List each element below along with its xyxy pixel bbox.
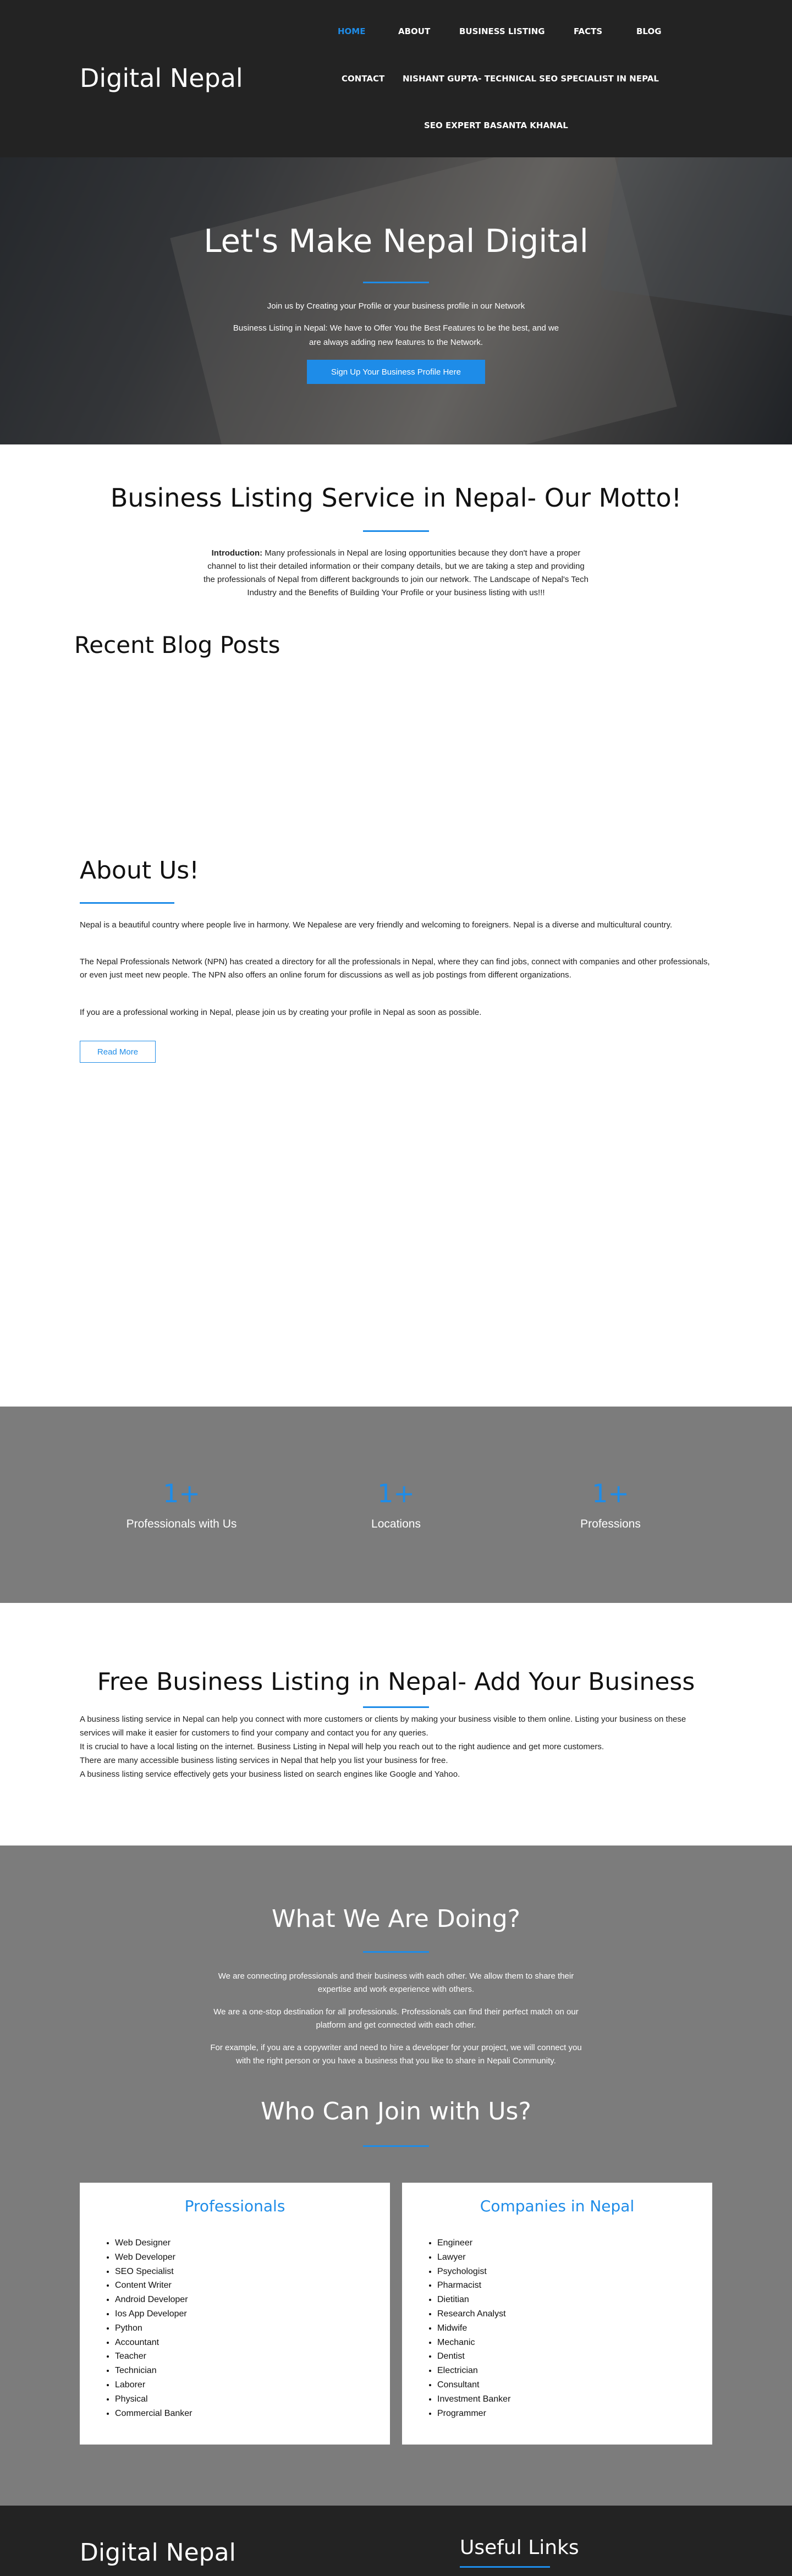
stat-label: Locations: [371, 1518, 421, 1530]
professionals-card: Professionals Web Designer Web Developer…: [80, 2183, 390, 2445]
stat-label: Professions: [580, 1518, 641, 1530]
what-we-do-divider: [363, 1951, 429, 1953]
list-item: Commercial Banker: [115, 2407, 192, 2421]
stat-label: Professionals with Us: [126, 1518, 237, 1530]
site-header: Digital Nepal HOME ABOUT BUSINESS LISTIN…: [0, 0, 792, 157]
list-item: Physical: [115, 2392, 192, 2407]
who-can-join-title: Who Can Join with Us?: [261, 2097, 531, 2125]
list-item: SEO Specialist: [115, 2265, 192, 2279]
list-item: Ios App Developer: [115, 2307, 192, 2321]
what-we-do-paragraph-1: We are connecting professionals and thei…: [218, 1971, 574, 1994]
nav-home[interactable]: HOME: [338, 26, 365, 36]
list-item: Pharmacist: [437, 2278, 510, 2293]
hero-title: Let's Make Nepal Digital: [204, 222, 588, 260]
hero-text-2: are always adding new features to the Ne…: [309, 338, 483, 347]
about-paragraph-3: If you are a professional working in Nep…: [80, 1008, 482, 1017]
about-title: About Us!: [80, 856, 199, 885]
what-we-do-paragraph-3: For example, if you are a copywriter and…: [210, 2043, 582, 2066]
useful-links-heading: Useful Links: [460, 2536, 579, 2559]
list-item: Content Writer: [115, 2278, 192, 2293]
free-listing-line: There are many accessible business listi…: [80, 1756, 448, 1765]
footer-logo[interactable]: Digital Nepal: [80, 2539, 236, 2567]
recent-blog-title: Recent Blog Posts: [74, 631, 280, 658]
what-we-do-paragraph-2: We are a one-stop destination for all pr…: [213, 2007, 579, 2030]
professionals-card-title: Professionals: [184, 2197, 285, 2215]
motto-divider: [363, 530, 429, 532]
about-paragraph-1: Nepal is a beautiful country where peopl…: [80, 920, 673, 930]
stat-locations: 1+ Locations: [314, 1478, 479, 1531]
free-listing-text: A business listing service in Nepal can …: [80, 1712, 712, 1781]
list-item: Laborer: [115, 2378, 192, 2392]
nav-contact[interactable]: CONTACT: [342, 74, 384, 84]
list-item: Teacher: [115, 2349, 192, 2364]
free-listing-line: A business listing service in Nepal can …: [80, 1715, 686, 1738]
companies-card-title: Companies in Nepal: [480, 2197, 635, 2215]
hero-text-1: Business Listing in Nepal: We have to Of…: [233, 323, 559, 333]
nav-business-listing[interactable]: BUSINESS LISTING: [459, 26, 545, 36]
stats-section: 1+ Professionals with Us 1+ Locations 1+…: [0, 1407, 792, 1603]
list-item: Engineer: [437, 2236, 510, 2250]
stat-professions: 1+ Professions: [528, 1478, 693, 1531]
list-item: Investment Banker: [437, 2392, 510, 2407]
who-can-join-divider: [363, 2145, 429, 2147]
nav-seo-expert[interactable]: SEO EXPERT BASANTA KHANAL: [424, 120, 568, 130]
list-item: Electrician: [437, 2364, 510, 2378]
list-item: Accountant: [115, 2336, 192, 2350]
what-we-do-title: What We Are Doing?: [271, 1905, 521, 1933]
free-listing-divider: [363, 1706, 429, 1708]
list-item: Python: [115, 2321, 192, 2336]
motto-text: Introduction: Many professionals in Nepa…: [202, 547, 590, 600]
motto-title: Business Listing Service in Nepal- Our M…: [110, 483, 682, 513]
hero-banner: Let's Make Nepal Digital Join us by Crea…: [0, 157, 792, 444]
professionals-list: Web Designer Web Developer SEO Specialis…: [115, 2236, 192, 2420]
free-listing-title: Free Business Listing in Nepal- Add Your…: [97, 1668, 695, 1696]
companies-card: Companies in Nepal Engineer Lawyer Psych…: [402, 2183, 712, 2445]
list-item: Lawyer: [437, 2250, 510, 2265]
nav-about[interactable]: ABOUT: [398, 26, 430, 36]
about-divider: [80, 902, 174, 904]
stat-value: 1+: [592, 1479, 629, 1508]
nav-blog[interactable]: BLOG: [636, 26, 662, 36]
list-item: Mechanic: [437, 2336, 510, 2350]
intro-label: Introduction:: [211, 548, 263, 558]
list-item: Web Developer: [115, 2250, 192, 2265]
list-item: Technician: [115, 2364, 192, 2378]
nav-nishant-gupta[interactable]: NISHANT GUPTA- TECHNICAL SEO SPECIALIST …: [403, 74, 659, 84]
list-item: Research Analyst: [437, 2307, 510, 2321]
signup-business-button[interactable]: Sign Up Your Business Profile Here: [307, 360, 485, 384]
list-item: Psychologist: [437, 2265, 510, 2279]
site-logo[interactable]: Digital Nepal: [80, 63, 243, 93]
stat-value: 1+: [377, 1479, 415, 1508]
nav-facts[interactable]: FACTS: [574, 26, 602, 36]
read-more-button[interactable]: Read More: [80, 1041, 156, 1063]
hero-divider: [363, 282, 429, 283]
site-footer: Digital Nepal Useful Links: [0, 2506, 792, 2576]
list-item: Dentist: [437, 2349, 510, 2364]
list-item: Midwife: [437, 2321, 510, 2336]
companies-list: Engineer Lawyer Psychologist Pharmacist …: [437, 2236, 510, 2420]
free-listing-line: It is crucial to have a local listing on…: [80, 1742, 604, 1751]
free-listing-line: A business listing service effectively g…: [80, 1770, 460, 1779]
useful-links-divider: [460, 2566, 550, 2568]
stat-value: 1+: [163, 1479, 200, 1508]
hero-subtitle: Join us by Creating your Profile or your…: [267, 301, 525, 311]
list-item: Web Designer: [115, 2236, 192, 2250]
what-we-do-section: What We Are Doing? We are connecting pro…: [0, 1846, 792, 2506]
stat-professionals: 1+ Professionals with Us: [99, 1478, 264, 1531]
list-item: Programmer: [437, 2407, 510, 2421]
about-paragraph-2: The Nepal Professionals Network (NPN) ha…: [80, 957, 710, 980]
list-item: Android Developer: [115, 2293, 192, 2307]
list-item: Dietitian: [437, 2293, 510, 2307]
list-item: Consultant: [437, 2378, 510, 2392]
